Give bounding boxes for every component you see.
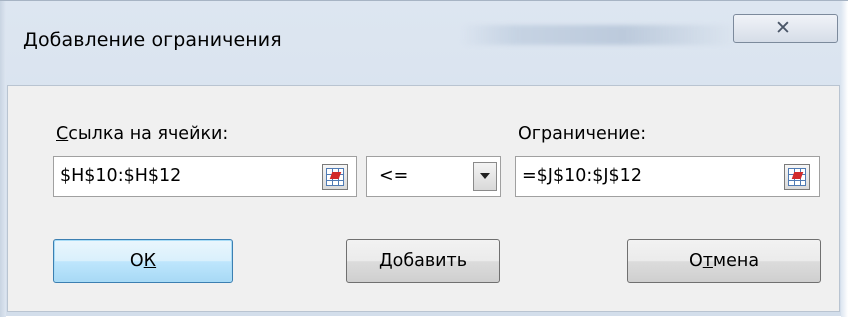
- cancel-button[interactable]: Отмена: [627, 239, 821, 283]
- ok-button[interactable]: ОК: [53, 239, 233, 283]
- chevron-down-icon: [480, 173, 490, 179]
- cell-reference-picker-button[interactable]: [322, 164, 348, 190]
- cell-reference-label: Ссылка на ячейки:: [56, 124, 229, 144]
- blurred-title-region: [460, 25, 735, 45]
- add-button[interactable]: Добавить: [346, 239, 500, 283]
- operator-value: <=: [379, 166, 409, 186]
- close-button[interactable]: ✕: [733, 14, 838, 43]
- operator-select[interactable]: <=: [366, 156, 501, 197]
- constraint-value: =$J$10:$J$12: [522, 166, 642, 186]
- operator-dropdown-button[interactable]: [473, 162, 497, 191]
- constraint-picker-button[interactable]: [784, 164, 810, 190]
- constraint-label: Ограничение:: [518, 124, 647, 144]
- close-icon: ✕: [775, 17, 791, 39]
- add-constraint-dialog: Добавление ограничения ✕ Ссылка на ячейк…: [0, 0, 848, 317]
- cell-reference-field[interactable]: $H$10:$H$12: [53, 156, 357, 197]
- dialog-title: Добавление ограничения: [23, 29, 282, 51]
- cell-reference-value: $H$10:$H$12: [60, 166, 182, 186]
- window-frame-left: [0, 1, 6, 317]
- constraint-field[interactable]: =$J$10:$J$12: [515, 156, 820, 197]
- window-frame-right: [841, 1, 848, 317]
